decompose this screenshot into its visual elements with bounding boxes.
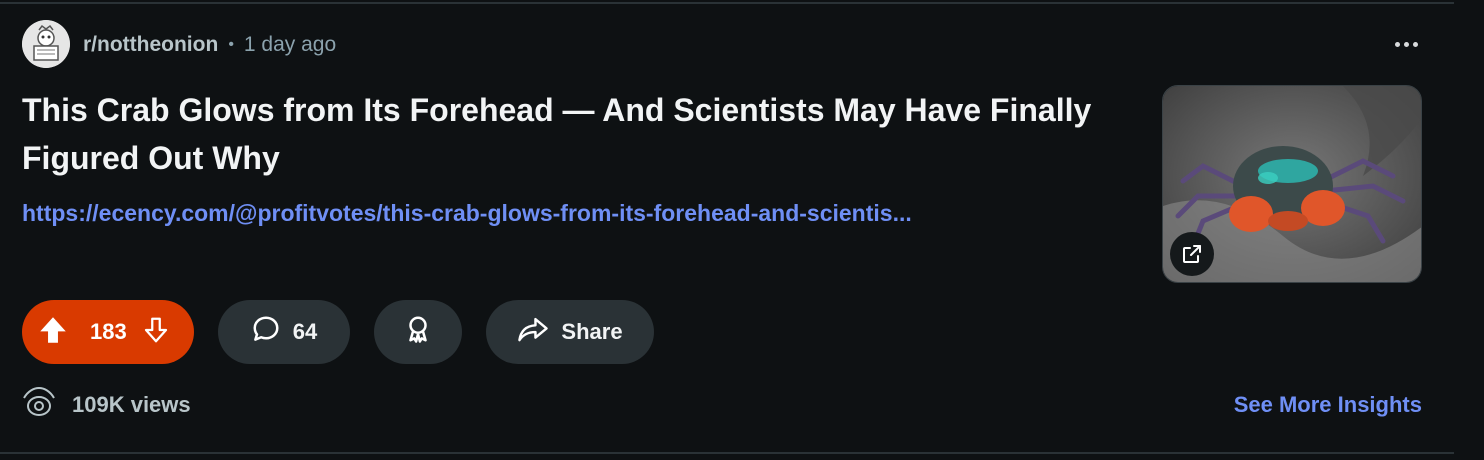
arrow-down-icon[interactable] [141, 315, 171, 350]
post-age: 1 day ago [243, 33, 337, 56]
arrow-up-icon[interactable] [36, 313, 70, 352]
post-title[interactable]: This Crab Glows from Its Forehead — And … [22, 86, 1132, 182]
divider [0, 452, 1454, 454]
views-eye-icon [22, 386, 56, 424]
vote-control: 183 [22, 300, 194, 364]
award-ribbon-icon [403, 314, 433, 350]
views-count: 109K views [72, 392, 191, 417]
see-more-insights-link[interactable]: See More Insights [1234, 392, 1422, 418]
subreddit-avatar[interactable] [22, 20, 70, 68]
share-button[interactable]: Share [486, 300, 654, 364]
share-label: Share [561, 319, 623, 344]
comment-count: 64 [292, 319, 318, 344]
subreddit-name[interactable]: r/nottheonion [83, 33, 218, 57]
post-link[interactable]: https://ecency.com/@profitvotes/this-cra… [22, 200, 1150, 227]
share-arrow-icon [517, 314, 549, 350]
comment-bubble-icon [251, 314, 281, 350]
award-button[interactable] [374, 300, 462, 364]
post-card[interactable]: r/nottheonion • 1 day ago This Crab Glow… [0, 0, 1454, 460]
comments-button[interactable]: 64 [218, 300, 350, 364]
view-stats: 109K views [22, 386, 191, 424]
more-options-icon[interactable] [1386, 28, 1426, 60]
post-meta: r/nottheonion • 1 day ago [83, 32, 336, 58]
meta-separator: • [228, 36, 234, 53]
external-link-icon[interactable] [1170, 232, 1214, 276]
vote-score: 183 [90, 319, 127, 344]
divider [0, 2, 1454, 4]
